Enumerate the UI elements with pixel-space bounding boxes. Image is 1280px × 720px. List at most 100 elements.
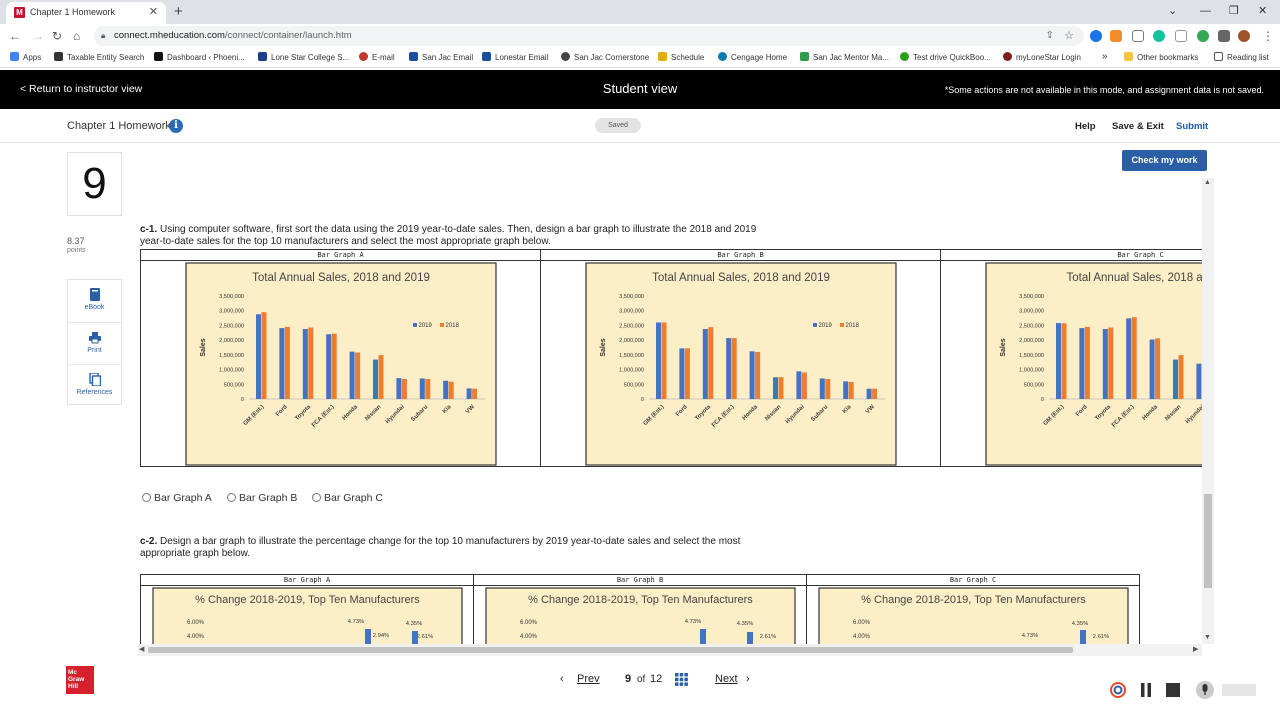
scroll-up-icon[interactable]: ▲ bbox=[1204, 179, 1211, 186]
bookmark-apps[interactable]: Apps bbox=[10, 52, 41, 64]
submit-link[interactable]: Submit bbox=[1176, 121, 1208, 132]
y-tick-label: 4.00% bbox=[187, 634, 205, 640]
bookmark-star-icon[interactable]: ☆ bbox=[1064, 26, 1074, 46]
y-tick-label: 6.00% bbox=[520, 620, 538, 626]
share-icon[interactable]: ⇪ bbox=[1046, 26, 1054, 46]
check-my-work-button[interactable]: Check my work bbox=[1122, 150, 1207, 171]
bookmark-icon bbox=[561, 52, 570, 61]
print-button[interactable]: Print bbox=[68, 322, 121, 363]
bookmark-cengage[interactable]: Cengage Home bbox=[718, 52, 787, 64]
save-exit-link[interactable]: Save & Exit bbox=[1112, 121, 1164, 132]
prev-chevron-icon[interactable]: ‹ bbox=[560, 673, 564, 685]
bar-2018-3 bbox=[331, 333, 337, 399]
bookmark-mentor[interactable]: San Jac Mentor Ma... bbox=[800, 52, 889, 64]
browser-menu-icon[interactable]: ⋮ bbox=[1262, 27, 1274, 45]
profile-avatar[interactable] bbox=[1238, 30, 1250, 42]
y-tick-label: 2,000,000 bbox=[219, 338, 244, 344]
radio-circle[interactable] bbox=[227, 493, 236, 502]
extension-translate-icon[interactable] bbox=[1175, 30, 1187, 42]
forward-icon[interactable]: → bbox=[32, 27, 44, 45]
chart-title: Total Annual Sales, 2018 and 2019 bbox=[252, 272, 430, 284]
vertical-scrollbar[interactable]: ▲ ▼ bbox=[1202, 178, 1214, 644]
bar-2019-1 bbox=[1079, 328, 1085, 399]
legend-swatch-2019 bbox=[413, 323, 417, 327]
radio-circle[interactable] bbox=[142, 493, 151, 502]
legend-label-2018: 2018 bbox=[446, 323, 460, 329]
bar-2018-4 bbox=[755, 351, 761, 399]
bookmark-quickbooks[interactable]: Test drive QuickBoo... bbox=[900, 52, 991, 64]
extensions-puzzle-icon[interactable] bbox=[1218, 30, 1230, 42]
c1-option-b[interactable]: Bar Graph B bbox=[227, 492, 297, 504]
vertical-scroll-thumb[interactable] bbox=[1204, 494, 1212, 588]
browser-tab[interactable]: M Chapter 1 Homework ✕ bbox=[6, 2, 166, 24]
bar-2018-3 bbox=[731, 338, 737, 399]
back-icon[interactable]: ← bbox=[9, 27, 21, 45]
close-window-icon[interactable]: ✕ bbox=[1258, 2, 1267, 20]
new-tab-icon[interactable]: + bbox=[174, 2, 183, 22]
bookmark-email[interactable]: E-mail bbox=[359, 52, 395, 64]
horizontal-scroll-thumb[interactable] bbox=[148, 647, 1073, 653]
scroll-down-icon[interactable]: ▼ bbox=[1204, 634, 1211, 641]
screencast-logo-icon[interactable] bbox=[1110, 682, 1126, 698]
bar-2019-7 bbox=[819, 378, 825, 399]
bookmark-cornerstone[interactable]: San Jac Cornerstone bbox=[561, 52, 649, 64]
references-icon bbox=[88, 373, 101, 386]
question-grid-icon[interactable] bbox=[675, 673, 688, 686]
help-link[interactable]: Help bbox=[1075, 121, 1096, 132]
bar-2018-8 bbox=[448, 381, 454, 399]
bookmark-san-jac-email[interactable]: San Jac Email bbox=[409, 52, 473, 64]
bookmark-other[interactable]: Other bookmarks bbox=[1124, 52, 1198, 64]
bar-2018-5 bbox=[378, 355, 384, 399]
horizontal-scrollbar[interactable]: ◀ ▶ bbox=[138, 644, 1202, 656]
scroll-right-icon[interactable]: ▶ bbox=[1193, 645, 1198, 653]
y-tick-label: 4.00% bbox=[853, 634, 871, 640]
scroll-left-icon[interactable]: ◀ bbox=[139, 645, 144, 653]
bookmark-mylonestar[interactable]: myLoneStar Login bbox=[1003, 52, 1081, 64]
total-pages: 12 bbox=[650, 673, 663, 685]
bookmark-taxable-entity[interactable]: Taxable Entity Search bbox=[54, 52, 144, 64]
data-label: 4.73% bbox=[685, 619, 701, 625]
chart-title: Total Annual Sales, 2018 and bbox=[1067, 272, 1214, 284]
c2-graph-table: Bar Graph A % Change 2018-2019, Top Ten … bbox=[140, 574, 1140, 654]
c1-option-a[interactable]: Bar Graph A bbox=[142, 492, 212, 504]
y-tick-label: 500,000 bbox=[1024, 382, 1044, 388]
y-axis-label: Sales bbox=[1000, 338, 1007, 356]
more-bookmarks-chevron[interactable]: » bbox=[1102, 51, 1108, 63]
next-button[interactable]: Next bbox=[715, 673, 738, 685]
c1-option-c[interactable]: Bar Graph C bbox=[312, 492, 383, 504]
references-button[interactable]: References bbox=[68, 364, 121, 405]
bookmark-dashboard[interactable]: Dashboard ‹ Phoeni... bbox=[154, 52, 245, 64]
tab-search-icon[interactable]: ⌄ bbox=[1168, 2, 1177, 20]
stop-icon[interactable] bbox=[1166, 683, 1180, 697]
ebook-button[interactable]: eBook bbox=[68, 280, 121, 321]
bookmark-reading-list[interactable]: Reading list bbox=[1214, 52, 1269, 64]
bar-2019-4 bbox=[749, 351, 755, 399]
extension-green-icon[interactable] bbox=[1197, 30, 1209, 42]
microphone-icon[interactable] bbox=[1196, 681, 1214, 699]
restore-icon[interactable]: ❐ bbox=[1229, 2, 1239, 20]
bookmark-lonestar-email[interactable]: Lonestar Email bbox=[482, 52, 548, 64]
extension-blue-icon[interactable] bbox=[1090, 30, 1102, 42]
data-label: 2.94% bbox=[373, 633, 389, 639]
bookmark-icon bbox=[900, 52, 909, 61]
extension-box-icon[interactable] bbox=[1132, 30, 1144, 42]
y-axis-label: Sales bbox=[600, 338, 607, 356]
pause-icon[interactable] bbox=[1140, 683, 1152, 697]
url-field[interactable]: 🔒︎ connect.mheducation.com/connect/conta… bbox=[94, 26, 1084, 46]
extension-orange-icon[interactable] bbox=[1110, 30, 1122, 42]
close-tab-icon[interactable]: ✕ bbox=[149, 2, 158, 22]
grammarly-icon[interactable] bbox=[1153, 30, 1165, 42]
info-icon[interactable]: i bbox=[169, 119, 183, 133]
radio-circle[interactable] bbox=[312, 493, 321, 502]
minimize-icon[interactable]: — bbox=[1200, 2, 1211, 20]
y-tick-label: 1,500,000 bbox=[619, 353, 644, 359]
bookmark-lone-star[interactable]: Lone Star College S... bbox=[258, 52, 349, 64]
home-icon[interactable]: ⌂ bbox=[73, 27, 80, 45]
next-chevron-icon[interactable]: › bbox=[746, 673, 750, 685]
reload-icon[interactable]: ↻ bbox=[52, 27, 62, 45]
bar-2019-3 bbox=[726, 338, 732, 399]
prev-button[interactable]: Prev bbox=[577, 673, 600, 685]
question-points: 8.37 points bbox=[67, 236, 86, 254]
bookmark-schedule[interactable]: Schedule bbox=[658, 52, 704, 64]
mcgraw-hill-logo: Mc Graw Hill bbox=[66, 666, 94, 694]
